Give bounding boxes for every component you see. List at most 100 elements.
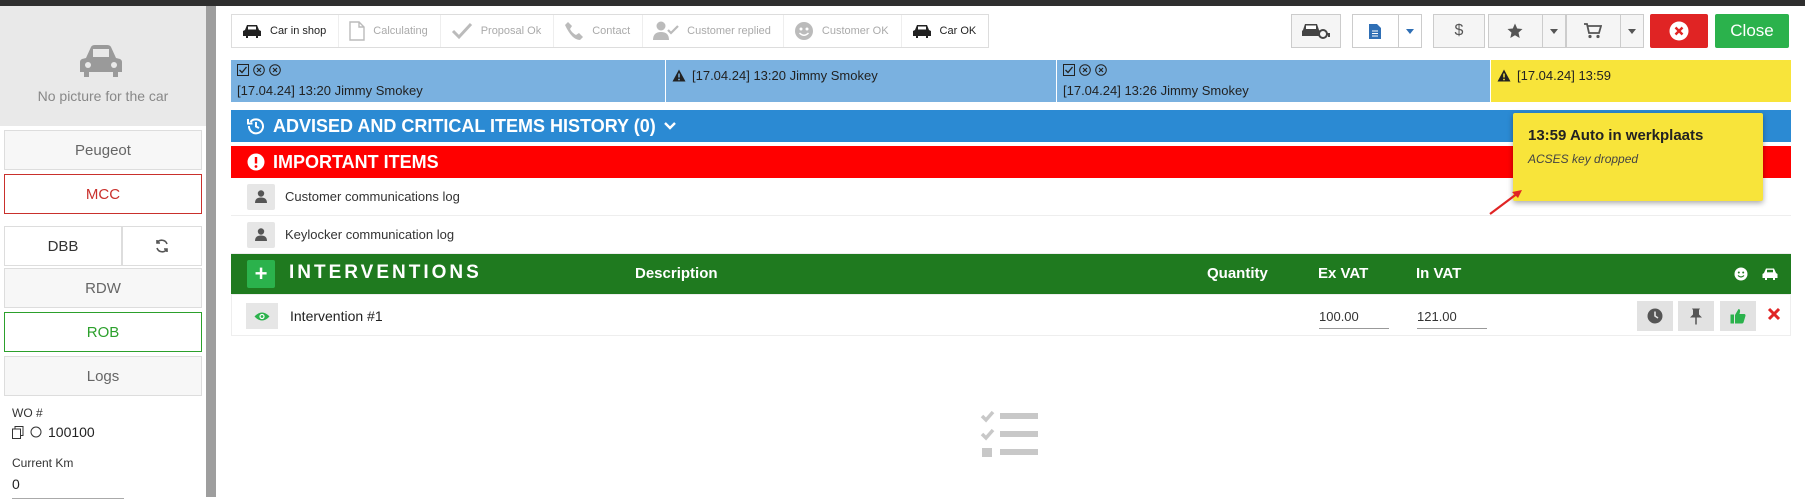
view-button[interactable] bbox=[246, 303, 278, 329]
history-title: ADVISED AND CRITICAL ITEMS HISTORY (0) bbox=[273, 115, 656, 136]
wo-label: WO # bbox=[12, 406, 43, 420]
interventions-header: + INTERVENTIONS Description Quantity Ex … bbox=[231, 254, 1791, 294]
smile-icon bbox=[794, 22, 813, 40]
user-icon bbox=[247, 221, 275, 248]
important-items-title: IMPORTANT ITEMS bbox=[273, 151, 439, 172]
close-button[interactable]: Close bbox=[1715, 14, 1789, 48]
km-value[interactable]: 0 bbox=[12, 476, 20, 492]
col-ex-vat: Ex VAT bbox=[1318, 265, 1369, 282]
dbb-button[interactable]: DBB bbox=[4, 226, 122, 266]
brand-button[interactable]: Peugeot bbox=[4, 130, 202, 170]
cart-dropdown[interactable] bbox=[1566, 14, 1644, 48]
file-text-icon bbox=[1369, 23, 1382, 39]
logs-button[interactable]: Logs bbox=[4, 356, 202, 396]
car-key-icon bbox=[1302, 24, 1330, 39]
step-customer-ok[interactable]: Customer OK bbox=[784, 15, 902, 47]
phone-icon bbox=[565, 22, 584, 40]
chevron-down-icon[interactable] bbox=[1619, 15, 1643, 47]
close-icon bbox=[1767, 307, 1781, 321]
rdw-button[interactable]: RDW bbox=[4, 268, 202, 308]
checkbox-icon bbox=[237, 64, 249, 76]
step-car-in-shop[interactable]: Car in shop bbox=[232, 15, 340, 47]
delete-button[interactable] bbox=[1767, 307, 1781, 326]
event-status-icons bbox=[1063, 64, 1484, 76]
refresh-button[interactable] bbox=[122, 226, 202, 266]
pin-button[interactable] bbox=[1678, 301, 1714, 331]
x-circle-icon bbox=[253, 64, 265, 76]
step-contact[interactable]: Contact bbox=[554, 15, 644, 47]
car-icon bbox=[1762, 268, 1778, 280]
warning-icon bbox=[1497, 69, 1511, 82]
exclamation-circle-icon bbox=[247, 153, 265, 171]
event-tooltip: 13:59 Auto in werkplaats ACSES key dropp… bbox=[1513, 113, 1763, 201]
rob-button[interactable]: ROB bbox=[4, 312, 202, 352]
check-icon bbox=[451, 22, 472, 40]
history-icon bbox=[247, 118, 264, 135]
x-circle-icon bbox=[269, 64, 281, 76]
no-picture-label: No picture for the car bbox=[37, 88, 169, 104]
price-button[interactable]: $ bbox=[1433, 14, 1485, 48]
smile-icon bbox=[1734, 267, 1748, 281]
in-vat-input[interactable]: 121.00 bbox=[1417, 309, 1487, 329]
x-circle-icon bbox=[1095, 64, 1107, 76]
mcc-button[interactable]: MCC bbox=[4, 174, 202, 214]
step-proposal-ok[interactable]: Proposal Ok bbox=[441, 15, 555, 47]
red-arrow-annotation bbox=[1489, 190, 1522, 215]
events-strip: [17.04.24] 13:20 Jimmy Smokey [17.04.24]… bbox=[231, 60, 1791, 102]
cart-icon[interactable] bbox=[1567, 23, 1620, 39]
thumbs-up-icon bbox=[1730, 309, 1746, 324]
log-label: Customer communications log bbox=[285, 189, 460, 204]
event-item[interactable]: [17.04.24] 13:26 Jimmy Smokey bbox=[1057, 60, 1491, 102]
user-icon bbox=[247, 183, 275, 210]
add-intervention-button[interactable]: + bbox=[247, 260, 275, 288]
step-car-ok[interactable]: Car OK bbox=[902, 15, 989, 47]
event-item[interactable]: [17.04.24] 13:20 Jimmy Smokey bbox=[666, 60, 1057, 102]
step-customer-replied[interactable]: Customer replied bbox=[643, 15, 784, 47]
log-label: Keylocker communication log bbox=[285, 227, 455, 242]
event-item-active[interactable]: [17.04.24] 13:59 bbox=[1491, 60, 1791, 102]
wo-value-row: 100100 bbox=[12, 424, 95, 440]
chevron-down-icon[interactable] bbox=[1397, 15, 1421, 47]
car-icon bbox=[243, 25, 261, 38]
time-button[interactable] bbox=[1637, 301, 1673, 331]
car-key-button[interactable] bbox=[1291, 14, 1341, 48]
col-in-vat: In VAT bbox=[1416, 265, 1462, 282]
event-text: [17.04.24] 13:20 Jimmy Smokey bbox=[237, 83, 423, 98]
copy-icon[interactable] bbox=[12, 425, 24, 439]
document-button[interactable] bbox=[1353, 23, 1398, 39]
favorite-dropdown[interactable] bbox=[1488, 14, 1566, 48]
chevron-down-icon[interactable] bbox=[1541, 15, 1565, 47]
interventions-title: INTERVENTIONS bbox=[289, 262, 482, 283]
km-label: Current Km bbox=[12, 456, 74, 470]
tooltip-title: 13:59 Auto in werkplaats bbox=[1528, 127, 1704, 144]
top-bar bbox=[0, 0, 1805, 6]
x-circle-icon bbox=[1079, 64, 1091, 76]
approve-button[interactable] bbox=[1720, 301, 1756, 331]
intervention-name: Intervention #1 bbox=[290, 308, 383, 324]
clock-icon bbox=[1647, 308, 1663, 324]
tooltip-subtitle: ACSES key dropped bbox=[1528, 152, 1639, 166]
car-picture-placeholder: No picture for the car bbox=[0, 6, 206, 126]
table-row[interactable]: Intervention #1 100.00 121.00 bbox=[231, 294, 1791, 336]
col-quantity: Quantity bbox=[1207, 265, 1268, 282]
step-calculating[interactable]: Calculating bbox=[339, 15, 441, 47]
document-icon bbox=[349, 21, 365, 41]
circle-icon bbox=[30, 426, 42, 438]
workflow-steps: Car in shop Calculating Proposal Ok Cont… bbox=[231, 14, 990, 48]
refresh-icon bbox=[156, 239, 168, 253]
log-row[interactable]: Keylocker communication log bbox=[231, 216, 1791, 254]
cancel-button[interactable] bbox=[1650, 14, 1708, 48]
checklist-icon bbox=[980, 410, 1038, 457]
dbb-group: DBB bbox=[4, 226, 202, 266]
warning-icon bbox=[672, 69, 686, 82]
event-item[interactable]: [17.04.24] 13:20 Jimmy Smokey bbox=[231, 60, 666, 102]
sidebar-scrollbar[interactable] bbox=[206, 6, 216, 497]
car-icon bbox=[80, 45, 122, 77]
checkbox-icon bbox=[1063, 64, 1075, 76]
eye-icon bbox=[254, 312, 270, 320]
event-text: [17.04.24] 13:59 bbox=[1517, 68, 1611, 83]
star-icon[interactable] bbox=[1489, 23, 1542, 39]
sidebar: No picture for the car Peugeot MCC DBB R… bbox=[0, 6, 206, 499]
document-dropdown[interactable] bbox=[1352, 14, 1422, 48]
ex-vat-input[interactable]: 100.00 bbox=[1319, 309, 1389, 329]
